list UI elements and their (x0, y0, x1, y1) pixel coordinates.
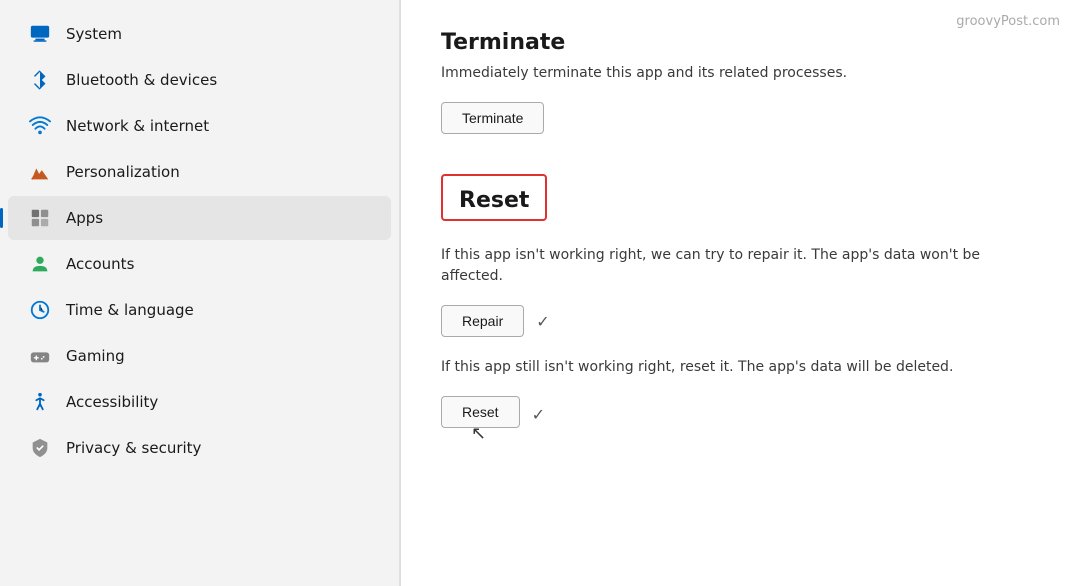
apps-icon (28, 206, 52, 230)
sidebar-item-network[interactable]: Network & internet (8, 104, 391, 148)
reset-button[interactable]: Reset (441, 396, 520, 428)
sidebar-label-personalization: Personalization (66, 163, 180, 181)
gaming-icon (28, 344, 52, 368)
sidebar-item-apps[interactable]: Apps (8, 196, 391, 240)
reset-btn-wrapper: Reset ↖ (441, 396, 520, 428)
repair-desc: If this app isn't working right, we can … (441, 245, 1040, 287)
repair-button[interactable]: Repair (441, 305, 524, 337)
reset-header-wrapper: Reset (441, 174, 1040, 231)
terminate-desc: Immediately terminate this app and its r… (441, 63, 1040, 84)
sidebar-label-network: Network & internet (66, 117, 209, 135)
sidebar-label-accounts: Accounts (66, 255, 134, 273)
watermark: groovyPost.com (956, 14, 1060, 29)
sidebar-label-system: System (66, 25, 122, 43)
sidebar-label-privacy: Privacy & security (66, 439, 201, 457)
reset-desc: If this app still isn't working right, r… (441, 357, 1040, 378)
sidebar-item-time[interactable]: Time & language (8, 288, 391, 332)
sidebar-label-gaming: Gaming (66, 347, 125, 365)
reset-title: Reset (459, 188, 529, 213)
sidebar-item-system[interactable]: System (8, 12, 391, 56)
repair-checkmark: ✓ (536, 312, 549, 331)
repair-row: Repair ✓ (441, 305, 1040, 337)
sidebar-item-accounts[interactable]: Accounts (8, 242, 391, 286)
repair-section: If this app isn't working right, we can … (441, 245, 1040, 337)
terminate-title: Terminate (441, 30, 1040, 55)
sidebar-item-accessibility[interactable]: Accessibility (8, 380, 391, 424)
reset-section: If this app still isn't working right, r… (441, 357, 1040, 428)
sidebar-item-bluetooth[interactable]: Bluetooth & devices (8, 58, 391, 102)
system-icon (28, 22, 52, 46)
main-content: groovyPost.com Terminate Immediately ter… (401, 0, 1080, 586)
sidebar-item-privacy[interactable]: Privacy & security (8, 426, 391, 470)
terminate-button[interactable]: Terminate (441, 102, 544, 134)
reset-header-box: Reset (441, 174, 547, 221)
privacy-icon (28, 436, 52, 460)
sidebar-item-gaming[interactable]: Gaming (8, 334, 391, 378)
sidebar-label-bluetooth: Bluetooth & devices (66, 71, 217, 89)
accounts-icon (28, 252, 52, 276)
bluetooth-icon (28, 68, 52, 92)
sidebar-label-time: Time & language (66, 301, 194, 319)
terminate-section: Terminate Immediately terminate this app… (441, 30, 1040, 158)
time-icon (28, 298, 52, 322)
accessibility-icon (28, 390, 52, 414)
sidebar-label-apps: Apps (66, 209, 103, 227)
reset-row: Reset ↖ ✓ (441, 396, 1040, 428)
sidebar-label-accessibility: Accessibility (66, 393, 158, 411)
sidebar: System Bluetooth & devices Network & int… (0, 0, 400, 586)
network-icon (28, 114, 52, 138)
sidebar-item-personalization[interactable]: Personalization (8, 150, 391, 194)
personalization-icon (28, 160, 52, 184)
reset-checkmark: ✓ (532, 405, 545, 424)
